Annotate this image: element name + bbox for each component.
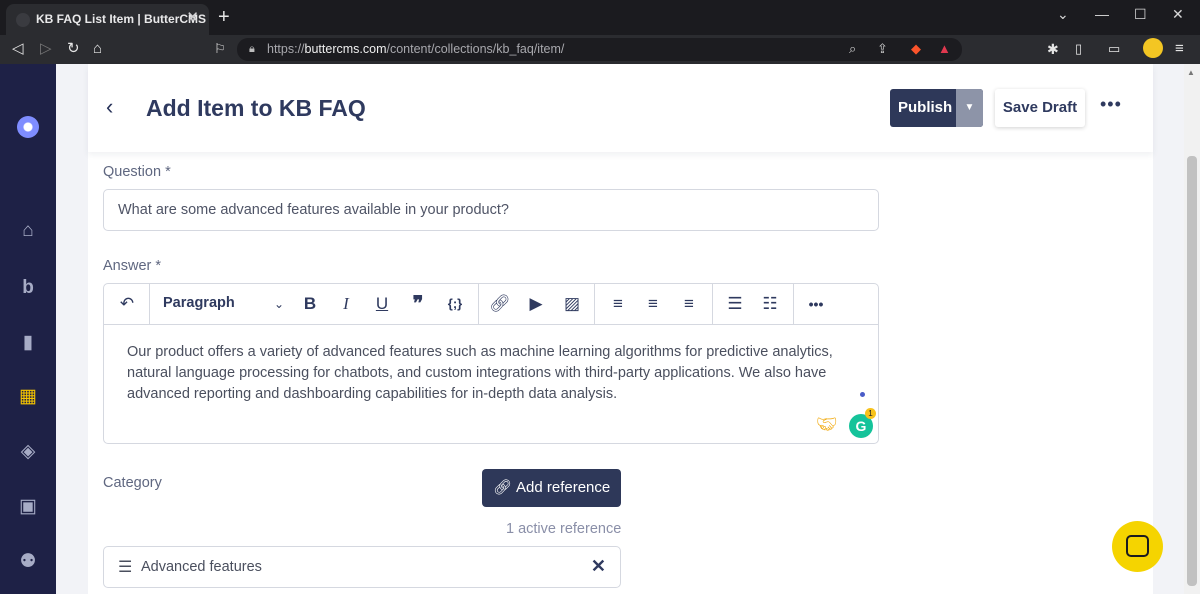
tab-search-icon[interactable]: ⌄ xyxy=(1057,6,1069,23)
drag-handle-icon[interactable]: ☰ xyxy=(118,557,132,577)
app-sidebar: ⌂ b ▮ ▦ ◈ ▣ ⚉ xyxy=(0,64,56,594)
remove-reference-icon[interactable]: ✕ xyxy=(591,556,606,577)
close-tab-icon[interactable]: ✕ xyxy=(186,9,199,27)
video-icon[interactable]: ▶ xyxy=(525,293,547,315)
toolbar-divider xyxy=(793,284,794,325)
menu-icon[interactable]: ≡ xyxy=(1175,40,1184,58)
reload-icon[interactable]: ↻ xyxy=(67,40,80,58)
back-nav-icon[interactable]: ◁ xyxy=(12,40,24,58)
url-field[interactable]: 🔒︎ https://buttercms.com/content/collect… xyxy=(237,38,962,61)
home-nav-icon[interactable]: ⌂ xyxy=(93,40,102,58)
editor-toolbar: ↶ Paragraph ⌄ B I U ❞ {;} 🔗︎ ▶ ▨ ≡ ≡ ≡ ☰… xyxy=(104,284,878,325)
question-input[interactable]: What are some advanced features availabl… xyxy=(103,189,879,231)
pages-icon[interactable]: ▮ xyxy=(17,332,39,354)
link-icon: 🔗︎ xyxy=(493,479,513,496)
reference-item-label: Advanced features xyxy=(141,559,262,575)
cursor-dot xyxy=(860,392,865,397)
scroll-thumb[interactable] xyxy=(1187,156,1197,586)
bullet-list-icon[interactable]: ☰ xyxy=(724,293,746,315)
chevron-down-icon[interactable]: ⌄ xyxy=(269,293,289,315)
link-icon[interactable]: 🔗︎ xyxy=(489,293,511,315)
scroll-up-icon[interactable]: ▲ xyxy=(1187,68,1195,77)
publish-button[interactable]: Publish ▼ xyxy=(890,89,983,127)
question-label: Question * xyxy=(103,164,171,180)
answer-text[interactable]: Our product offers a variety of advanced… xyxy=(127,342,867,405)
wallet-icon[interactable]: ▭ xyxy=(1108,40,1120,58)
components-icon[interactable]: ◈ xyxy=(17,441,39,463)
collections-icon[interactable]: ▦ xyxy=(17,386,39,408)
numbered-list-icon[interactable]: ☷ xyxy=(759,293,781,315)
align-right-icon[interactable]: ≡ xyxy=(678,293,700,315)
toolbar-divider xyxy=(594,284,595,325)
brave-rewards-icon[interactable]: ▲ xyxy=(938,41,951,56)
forward-nav-icon[interactable]: ▷ xyxy=(40,40,52,58)
undo-icon[interactable]: ↶ xyxy=(116,293,138,315)
profile-avatar[interactable] xyxy=(1143,38,1163,58)
close-window-button[interactable]: ✕ xyxy=(1172,6,1184,23)
browser-tab-bar: KB FAQ List Item | ButterCMS ✕ + ⌄ — ☐ ✕ xyxy=(0,0,1200,35)
paragraph-select[interactable]: Paragraph xyxy=(163,295,235,311)
page-scrollbar[interactable]: ▲ xyxy=(1184,64,1200,594)
publish-label: Publish xyxy=(898,99,953,116)
add-reference-button[interactable]: 🔗︎ Add reference xyxy=(482,469,621,507)
more-options-icon[interactable]: ••• xyxy=(1100,94,1122,115)
browser-tab[interactable]: KB FAQ List Item | ButterCMS ✕ xyxy=(6,4,209,35)
align-left-icon[interactable]: ≡ xyxy=(607,293,629,315)
question-value: What are some advanced features availabl… xyxy=(118,202,509,218)
active-reference-count: 1 active reference xyxy=(506,521,622,537)
url-text: https://buttercms.com/content/collection… xyxy=(267,42,565,56)
add-reference-label: Add reference xyxy=(516,479,611,496)
back-button[interactable]: ‹ xyxy=(106,94,113,120)
butter-logo-icon[interactable] xyxy=(17,116,39,138)
page-title: Add Item to KB FAQ xyxy=(146,95,366,121)
media-icon[interactable]: ▣ xyxy=(17,496,39,518)
address-bar-row: ◁ ▷ ↻ ⌂ ⚐ 🔒︎ https://buttercms.com/conte… xyxy=(0,35,1200,64)
handshake-icon[interactable]: 🤝︎ xyxy=(816,415,838,435)
tab-title: KB FAQ List Item | ButterCMS xyxy=(36,12,207,26)
underline-icon[interactable]: U xyxy=(372,293,392,315)
maximize-button[interactable]: ☐ xyxy=(1134,6,1147,23)
grammarly-count-badge: 1 xyxy=(865,408,876,419)
home-icon[interactable]: ⌂ xyxy=(17,220,39,242)
users-icon[interactable]: ⚉ xyxy=(17,551,39,573)
page-header: ‹ Add Item to KB FAQ Publish ▼ Save Draf… xyxy=(88,64,1153,152)
favicon-icon xyxy=(16,13,30,27)
category-label: Category xyxy=(103,475,162,491)
content-card: ‹ Add Item to KB FAQ Publish ▼ Save Draf… xyxy=(88,64,1153,594)
minimize-button[interactable]: — xyxy=(1095,6,1109,22)
toolbar-divider xyxy=(478,284,479,325)
answer-label: Answer * xyxy=(103,258,162,274)
align-center-icon[interactable]: ≡ xyxy=(642,293,664,315)
bold-icon[interactable]: B xyxy=(300,293,320,315)
more-icon[interactable]: ••• xyxy=(804,293,828,315)
save-draft-button[interactable]: Save Draft xyxy=(995,89,1085,127)
chat-icon xyxy=(1126,535,1149,557)
image-icon[interactable]: ▨ xyxy=(561,293,583,315)
chat-launcher-button[interactable] xyxy=(1112,521,1163,572)
toolbar-divider xyxy=(712,284,713,325)
lock-icon: 🔒︎ xyxy=(249,43,255,55)
share-icon[interactable]: ⇪ xyxy=(877,41,888,57)
code-icon[interactable]: {;} xyxy=(442,293,468,315)
zoom-icon[interactable]: ⌕ xyxy=(849,41,856,57)
answer-editor[interactable]: ↶ Paragraph ⌄ B I U ❞ {;} 🔗︎ ▶ ▨ ≡ ≡ ≡ ☰… xyxy=(103,283,879,444)
brave-shield-icon[interactable]: ◆ xyxy=(911,41,921,57)
bookmark-icon[interactable]: ⚐ xyxy=(214,40,226,58)
extensions-icon[interactable]: ✱ xyxy=(1047,40,1059,58)
blockquote-icon[interactable]: ❞ xyxy=(407,293,429,315)
italic-icon[interactable]: I xyxy=(336,293,356,315)
reference-item[interactable]: ☰ Advanced features ✕ xyxy=(103,546,621,588)
toolbar-divider xyxy=(149,284,150,325)
new-tab-button[interactable]: + xyxy=(218,7,230,27)
blog-icon[interactable]: b xyxy=(17,277,39,299)
chevron-down-icon[interactable]: ▼ xyxy=(956,89,983,127)
sidebar-toggle-icon[interactable]: ▯ xyxy=(1075,40,1082,58)
